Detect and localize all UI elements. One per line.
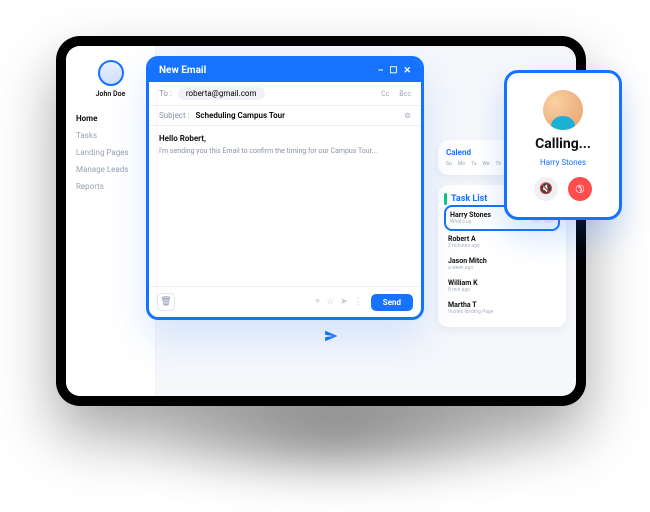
cc-toggle[interactable]: Cc (381, 90, 389, 98)
call-buttons: 🔇 ✆ (534, 177, 592, 201)
task-time: a week ago (448, 265, 487, 271)
sidebar-item-landing-pages[interactable]: Landing Pages (74, 144, 147, 161)
sidebar-item-manage-leads[interactable]: Manage Leads (74, 161, 147, 178)
minimize-icon[interactable]: – (378, 66, 384, 76)
send-button[interactable]: Send (371, 294, 413, 311)
attach-icon[interactable]: ⊜ (404, 111, 411, 120)
email-body[interactable]: Hello Robert, I'm sending you this Email… (149, 126, 421, 286)
trash-icon[interactable]: 🗑 (157, 293, 175, 311)
cal-day: Tu (471, 161, 477, 167)
email-greeting: Hello Robert, (159, 134, 411, 143)
task-row[interactable]: Martha TVisited landing Page (444, 297, 560, 319)
task-row[interactable]: Jason Mitcha week ago (444, 253, 560, 275)
email-toolbar: ⌖ ☆ ➤ ⋮ (315, 297, 363, 307)
subject-label: Subject : (159, 111, 190, 120)
sidebar-item-home[interactable]: Home (74, 110, 147, 127)
task-name: Martha T (448, 301, 493, 309)
sidebar: John Doe Home Tasks Landing Pages Manage… (66, 46, 156, 396)
email-body-text: I'm sending you this Email to confirm th… (159, 147, 377, 155)
caller-name: Harry Stones (540, 158, 586, 167)
task-time: 2 minutes ago (448, 243, 480, 249)
sidebar-item-reports[interactable]: Reports (74, 178, 147, 195)
send-icon[interactable] (324, 328, 338, 342)
email-header[interactable]: New Email – ☐ ✕ (149, 59, 421, 82)
task-list-title-text: Task List (451, 194, 487, 204)
arrow-icon[interactable]: ➤ (340, 297, 348, 307)
task-time: What's up (450, 219, 491, 225)
cal-day: Su (446, 161, 452, 167)
calling-status: Calling... (535, 136, 591, 152)
avatar[interactable] (98, 60, 124, 86)
email-to-row: To : roberta@gmail.com Cc Bcc (149, 82, 421, 106)
subject-input[interactable] (196, 111, 399, 120)
cal-day: Mo (458, 161, 465, 167)
task-row[interactable]: William K8 min ago (444, 275, 560, 297)
bcc-toggle[interactable]: Bcc (399, 90, 411, 98)
task-name: Harry Stones (450, 211, 491, 219)
task-name: William K (448, 279, 478, 287)
nav: Home Tasks Landing Pages Manage Leads Re… (74, 110, 147, 195)
end-call-button[interactable]: ✆ (568, 177, 592, 201)
calling-popup: Calling... Harry Stones 🔇 ✆ (504, 70, 622, 220)
user-name: John Doe (96, 90, 126, 98)
task-name: Robert A (448, 235, 480, 243)
email-footer: 🗑 ⌖ ☆ ➤ ⋮ Send (149, 286, 421, 317)
window-controls: – ☐ ✕ (378, 66, 411, 76)
email-title: New Email (159, 65, 206, 76)
maximize-icon[interactable]: ☐ (389, 66, 397, 76)
task-row[interactable]: Robert A2 minutes ago (444, 231, 560, 253)
task-time: 8 min ago (448, 287, 478, 293)
email-compose-modal: New Email – ☐ ✕ To : roberta@gmail.com C… (146, 56, 424, 320)
caller-avatar (543, 90, 583, 130)
cal-day: Th (495, 161, 501, 167)
email-subject-row: Subject : ⊜ (149, 106, 421, 126)
mute-button[interactable]: 🔇 (534, 177, 558, 201)
close-icon[interactable]: ✕ (403, 66, 411, 76)
star-icon[interactable]: ☆ (326, 297, 334, 307)
to-recipient-pill[interactable]: roberta@gmail.com (178, 87, 265, 100)
to-label: To : (159, 89, 172, 98)
task-name: Jason Mitch (448, 257, 487, 265)
location-icon[interactable]: ⌖ (315, 297, 320, 307)
cal-day: We (482, 161, 489, 167)
task-time: Visited landing Page (448, 309, 493, 315)
more-icon[interactable]: ⋮ (354, 297, 363, 307)
sidebar-item-tasks[interactable]: Tasks (74, 127, 147, 144)
